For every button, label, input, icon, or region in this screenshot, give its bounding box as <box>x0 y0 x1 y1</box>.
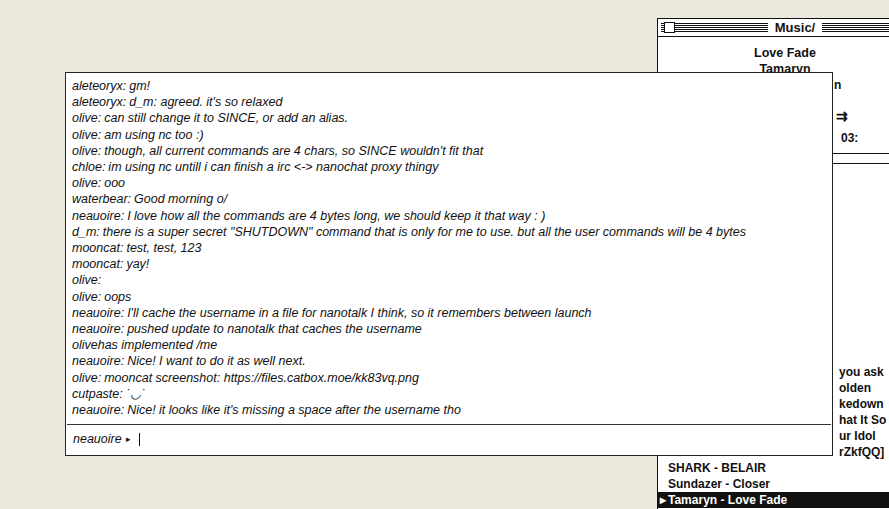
nick: neauoire: <box>72 208 124 224</box>
message: aleteoryx: d_m: agreed. it's so relaxed <box>72 94 826 110</box>
message: olive: mooncat screenshot: https://files… <box>72 370 826 386</box>
nick: olive: <box>72 175 101 191</box>
message-text: test, test, 123 <box>126 240 201 256</box>
play-marker: ▸ <box>658 492 668 508</box>
track-title: Love Fade <box>658 45 889 61</box>
nick: d_m: <box>72 224 100 240</box>
nick: olive: <box>72 127 101 143</box>
message: olive: ooo <box>72 175 826 191</box>
message-text: Good morning o/ <box>134 191 227 207</box>
message: neauoire: I'll cache the username in a f… <box>72 305 826 321</box>
nick: waterbear: <box>72 191 131 207</box>
title-bar[interactable]: Music/ <box>658 19 889 37</box>
message-text: ooo <box>104 175 125 191</box>
message-text: oops <box>104 289 131 305</box>
message: olive: oops <box>72 289 826 305</box>
nick: mooncat: <box>72 240 123 256</box>
message-text: can still change it to SINCE, or add an … <box>104 110 348 126</box>
message: olive has implemented /me <box>72 337 826 353</box>
nick: aleteoryx: <box>72 78 126 94</box>
nick: neauoire: <box>72 305 124 321</box>
message: neauoire: pushed update to nanotalk that… <box>72 321 826 337</box>
playlist-row[interactable]: SHARK - BELAIR <box>658 460 889 476</box>
message: neauoire: Nice! it looks like it's missi… <box>72 402 826 418</box>
input-nick: neauoire <box>73 431 122 447</box>
message-text: though, all current commands are 4 chars… <box>104 143 483 159</box>
message-text: am using nc too :) <box>104 127 203 143</box>
message-text: Nice! I want to do it as well next. <box>127 353 306 369</box>
message-text: has implemented /me <box>98 337 218 353</box>
message-text: pushed update to nanotalk that caches th… <box>127 321 422 337</box>
message: olive: can still change it to SINCE, or … <box>72 110 826 126</box>
message-text: im using nc untill i can finish a irc <-… <box>108 159 438 175</box>
message: aleteoryx: gm! <box>72 78 826 94</box>
window-title: Music/ <box>768 20 822 36</box>
nick: olive <box>72 337 98 353</box>
message-text: Nice! it looks like it's missing a space… <box>127 402 461 418</box>
nick: olive: <box>72 143 101 159</box>
message: waterbear: Good morning o/ <box>72 191 826 207</box>
message-text: I'll cache the username in a file for na… <box>127 305 591 321</box>
nick: chloe: <box>72 159 105 175</box>
nick: neauoire: <box>72 353 124 369</box>
track-label: Sundazer - Closer <box>668 476 770 492</box>
track-label: Tamaryn - Love Fade <box>668 492 787 508</box>
text-caret <box>139 433 140 446</box>
message: neauoire: Nice! I want to do it as well … <box>72 353 826 369</box>
nick: olive: <box>72 110 101 126</box>
message: mooncat: yay! <box>72 256 826 272</box>
nick: mooncat: <box>72 256 123 272</box>
chat-window[interactable]: aleteoryx: gm!aleteoryx: d_m: agreed. it… <box>65 72 833 456</box>
message: neauoire: I love how all the commands ar… <box>72 208 826 224</box>
playlist-row[interactable]: ▸ Tamaryn - Love Fade <box>658 492 889 508</box>
play-marker <box>658 476 668 492</box>
nick: cutpaste: <box>72 386 123 402</box>
desktop: Music/ Love Fade Tamaryn n ⇉ 03: you ask… <box>0 0 889 509</box>
close-box[interactable] <box>664 22 675 33</box>
play-marker <box>658 460 668 476</box>
input-row[interactable]: neauoire ▸ <box>67 424 831 455</box>
message: olive: though, all current commands are … <box>72 143 826 159</box>
nick: olive: <box>72 289 101 305</box>
nick: neauoire: <box>72 321 124 337</box>
playlist-row[interactable]: Sundazer - Closer <box>658 476 889 492</box>
nick: olive: <box>72 370 101 386</box>
nick: neauoire: <box>72 402 124 418</box>
message-text: ˙◡˙ <box>126 386 145 402</box>
message-text: yay! <box>126 256 149 272</box>
message: cutpaste: ˙◡˙ <box>72 386 826 402</box>
nick: olive: <box>72 272 101 288</box>
message: mooncat: test, test, 123 <box>72 240 826 256</box>
message: chloe: im using nc untill i can finish a… <box>72 159 826 175</box>
message: d_m: there is a super secret "SHUTDOWN" … <box>72 224 826 240</box>
message-text: I love how all the commands are 4 bytes … <box>127 208 545 224</box>
message: olive: am using nc too :) <box>72 127 826 143</box>
message-text: d_m: agreed. it's so relaxed <box>129 94 282 110</box>
track-label: SHARK - BELAIR <box>668 460 766 476</box>
message-text: mooncat screenshot: https://files.catbox… <box>104 370 419 386</box>
nick: aleteoryx: <box>72 94 126 110</box>
message-list: aleteoryx: gm!aleteoryx: d_m: agreed. it… <box>66 73 832 424</box>
message: olive: <box>72 272 826 288</box>
message-text: there is a super secret "SHUTDOWN" comma… <box>103 224 746 240</box>
message-text: gm! <box>129 78 150 94</box>
prompt-icon: ▸ <box>126 431 131 447</box>
